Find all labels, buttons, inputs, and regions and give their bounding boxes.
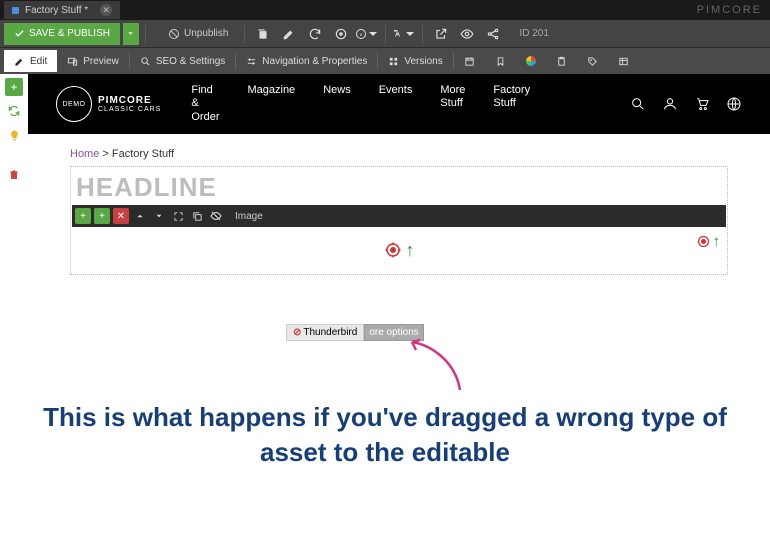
mode-seo-tab[interactable]: SEO & Settings [130, 50, 235, 72]
sidebar-add-button[interactable]: + [5, 78, 23, 96]
show-button[interactable] [329, 22, 353, 46]
bookmark-icon [495, 56, 506, 67]
upload-arrow-icon: ↑ [406, 240, 415, 261]
headline-editable[interactable]: HEADLINE [72, 168, 726, 205]
calendar-icon [464, 56, 475, 67]
logo-mark-icon: DEMO [56, 86, 92, 122]
eye-icon [460, 27, 474, 41]
analytics-button[interactable] [516, 50, 546, 72]
chevron-up-icon [135, 211, 145, 221]
versions-icon [388, 56, 399, 67]
workflow-button[interactable] [608, 50, 639, 72]
block-visibility-button[interactable] [208, 208, 224, 224]
nav-news[interactable]: News [323, 84, 351, 124]
trash-icon [8, 169, 20, 181]
bulb-icon [8, 129, 21, 142]
trash-icon [256, 27, 270, 41]
brand-label: PIMCORE [697, 4, 766, 16]
annotation-caption: This is what happens if you've dragged a… [0, 400, 770, 470]
cycle-icon [7, 104, 21, 118]
pencil-icon [14, 56, 25, 67]
block-remove-button[interactable]: ✕ [113, 208, 129, 224]
dot-indicator-icon [526, 56, 536, 66]
drag-item-name: Thunderbird [303, 327, 357, 338]
clipboard-icon [556, 56, 567, 67]
unpublish-icon [168, 28, 180, 40]
bookmark-button[interactable] [485, 50, 516, 72]
expand-icon [173, 211, 184, 222]
open-button[interactable] [429, 22, 453, 46]
preview-eye-button[interactable] [455, 22, 479, 46]
devices-icon [67, 56, 78, 67]
nav-more[interactable]: More Stuff [440, 84, 465, 124]
annotation-arrow-icon [400, 330, 480, 400]
chevron-down-icon [126, 29, 135, 38]
chevron-down-icon [154, 211, 164, 221]
translate-icon [392, 27, 404, 41]
notes-button[interactable] [546, 50, 577, 72]
search-icon [140, 56, 151, 67]
sliders-icon [246, 56, 257, 67]
close-icon[interactable]: ✕ [100, 4, 112, 16]
sidebar-refresh-button[interactable] [5, 102, 23, 120]
globe-icon[interactable] [726, 96, 742, 112]
external-icon [434, 27, 448, 41]
info-button[interactable] [355, 22, 379, 46]
drop-target-icon [696, 234, 711, 249]
drop-target-icon [384, 241, 402, 259]
document-tab[interactable]: Factory Stuff * ✕ [4, 1, 120, 19]
breadcrumb-home[interactable]: Home [70, 148, 99, 160]
schedule-button[interactable] [454, 50, 485, 72]
block-add-before-button[interactable]: + [75, 208, 91, 224]
reload-button[interactable] [303, 22, 327, 46]
eye-off-icon [210, 210, 222, 222]
grid-icon [618, 56, 629, 67]
cart-icon[interactable] [694, 96, 710, 112]
mode-edit-tab[interactable]: Edit [4, 50, 57, 72]
share-button[interactable] [481, 22, 505, 46]
nav-magazine[interactable]: Magazine [247, 84, 295, 124]
site-logo[interactable]: DEMO PIMCORE CLASSIC CARS [56, 86, 161, 122]
not-allowed-icon: ⊘ [293, 327, 301, 338]
mode-preview-tab[interactable]: Preview [57, 50, 129, 72]
block-move-down-button[interactable] [151, 208, 167, 224]
sidebar-delete-button[interactable] [5, 166, 23, 184]
reload-icon [308, 27, 322, 41]
mode-nav-tab[interactable]: Navigation & Properties [236, 50, 377, 72]
mode-versions-tab[interactable]: Versions [378, 50, 452, 72]
info-icon [355, 27, 367, 41]
sidebar-hint-button[interactable] [5, 126, 23, 144]
target-icon [334, 27, 348, 41]
save-publish-dropdown[interactable] [123, 23, 139, 45]
pencil-icon [282, 27, 296, 41]
block-type-label: Image [235, 211, 263, 222]
document-id: ID 201 [519, 28, 548, 39]
tags-button[interactable] [577, 50, 608, 72]
share-icon [486, 27, 500, 41]
tab-title: Factory Stuff * [25, 5, 88, 16]
block-copy-button[interactable] [189, 208, 205, 224]
block-add-after-button[interactable]: + [94, 208, 110, 224]
delete-button[interactable] [251, 22, 275, 46]
translate-button[interactable] [392, 22, 416, 46]
user-icon[interactable] [662, 96, 678, 112]
nav-find[interactable]: Find & Order [191, 84, 219, 124]
unpublish-button[interactable]: Unpublish [158, 23, 238, 45]
breadcrumb-current: Factory Stuff [112, 148, 174, 160]
rename-button[interactable] [277, 22, 301, 46]
doc-icon [12, 7, 19, 14]
tag-icon [587, 56, 598, 67]
nav-factory[interactable]: Factory Stuff [493, 84, 530, 124]
copy-icon [192, 211, 203, 222]
image-dropzone[interactable]: ↑ ↑ [72, 227, 726, 273]
nav-events[interactable]: Events [379, 84, 413, 124]
block-move-up-button[interactable] [132, 208, 148, 224]
breadcrumb: Home > Factory Stuff [28, 134, 770, 166]
check-icon [14, 28, 25, 39]
block-expand-button[interactable] [170, 208, 186, 224]
search-icon[interactable] [630, 96, 646, 112]
upload-arrow-icon: ↑ [713, 233, 721, 250]
save-publish-button[interactable]: SAVE & PUBLISH [4, 23, 120, 45]
